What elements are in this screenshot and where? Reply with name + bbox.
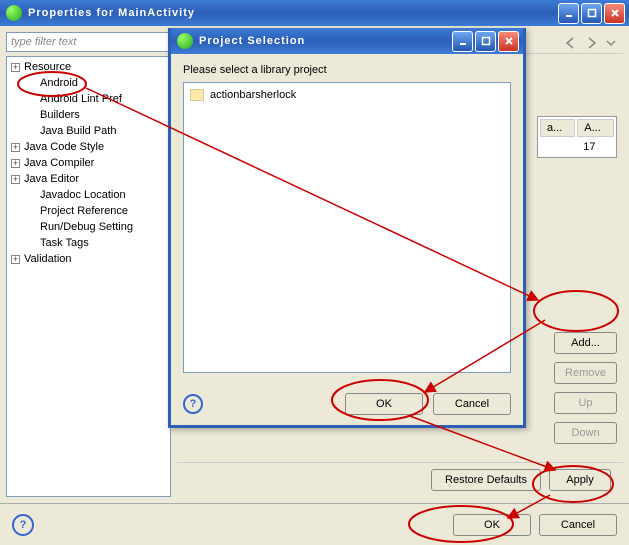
tree-item-label: Java Build Path (40, 125, 116, 137)
tree-item[interactable]: + Resource (7, 59, 170, 75)
tree-item-label: Java Editor (24, 173, 79, 185)
dialog-titlebar: Project Selection (171, 28, 523, 54)
left-pane: type filter text + Resource Android Android… (6, 32, 171, 497)
tree-item[interactable]: + Java Code Style (7, 139, 170, 155)
tree-item-label: Javadoc Location (40, 189, 126, 201)
defaults-row: Restore Defaults Apply (177, 462, 623, 497)
app-icon (6, 5, 22, 21)
outer-title: Properties for MainActivity (28, 7, 558, 19)
outer-footer: ? OK Cancel (0, 503, 629, 545)
folder-icon (190, 89, 204, 101)
filter-input[interactable]: type filter text (6, 32, 171, 52)
tree-indent (27, 239, 36, 248)
forward-icon[interactable] (583, 35, 599, 51)
apply-button[interactable]: Apply (549, 469, 611, 491)
tree-item[interactable]: Android (7, 75, 170, 91)
tree-item[interactable]: Run/Debug Setting (7, 219, 170, 235)
expand-icon[interactable]: + (11, 159, 20, 168)
close-button[interactable] (604, 3, 625, 24)
tree-item[interactable]: Java Build Path (7, 123, 170, 139)
tree-item-label: Java Code Style (24, 141, 104, 153)
table-header-1[interactable]: a... (540, 119, 575, 137)
dialog-maximize-button[interactable] (475, 31, 496, 52)
tree-item[interactable]: + Java Compiler (7, 155, 170, 171)
minimize-button[interactable] (558, 3, 579, 24)
menu-icon[interactable] (603, 35, 619, 51)
tree-item[interactable]: + Validation (7, 251, 170, 267)
list-item[interactable]: actionbarsherlock (188, 87, 506, 103)
outer-ok-button[interactable]: OK (453, 514, 531, 536)
tree-item[interactable]: + Java Editor (7, 171, 170, 187)
expand-icon[interactable]: + (11, 143, 20, 152)
dialog-ok-button[interactable]: OK (345, 393, 423, 415)
project-selection-dialog: Project Selection Please select a librar… (168, 28, 526, 428)
dialog-help-icon[interactable]: ? (183, 394, 203, 414)
expand-icon[interactable]: + (11, 175, 20, 184)
tree-indent (27, 223, 36, 232)
back-icon[interactable] (563, 35, 579, 51)
tree-indent (27, 79, 36, 88)
expand-icon[interactable]: + (11, 63, 20, 72)
dialog-close-button[interactable] (498, 31, 519, 52)
add-button[interactable]: Add... (554, 332, 617, 354)
table-cell-api: 17 (577, 139, 614, 155)
dialog-minimize-button[interactable] (452, 31, 473, 52)
tree-item[interactable]: Project Reference (7, 203, 170, 219)
remove-button[interactable]: Remove (554, 362, 617, 384)
dialog-cancel-button[interactable]: Cancel (433, 393, 511, 415)
tree-item-label: Android Lint Pref (40, 93, 122, 105)
up-button[interactable]: Up (554, 392, 617, 414)
tree-indent (27, 207, 36, 216)
dialog-icon (177, 33, 193, 49)
tree-item-label: Project Reference (40, 205, 128, 217)
tree-item-label: Validation (24, 253, 72, 265)
help-icon[interactable]: ? (12, 514, 34, 536)
outer-cancel-button[interactable]: Cancel (539, 514, 617, 536)
tree-item-label: Resource (24, 61, 71, 73)
dialog-title: Project Selection (199, 35, 452, 47)
tree-indent (27, 191, 36, 200)
library-table[interactable]: a...A... 17 (537, 116, 617, 158)
tree-item-label: Run/Debug Setting (40, 221, 133, 233)
tree-item[interactable]: Task Tags (7, 235, 170, 251)
tree-item-label: Android (40, 77, 78, 89)
tree-indent (27, 95, 36, 104)
table-header-2[interactable]: A... (577, 119, 614, 137)
tree-item-label: Java Compiler (24, 157, 94, 169)
maximize-button[interactable] (581, 3, 602, 24)
expand-icon[interactable]: + (11, 255, 20, 264)
tree-item[interactable]: Javadoc Location (7, 187, 170, 203)
tree-item[interactable]: Android Lint Pref (7, 91, 170, 107)
dialog-prompt: Please select a library project (183, 64, 511, 76)
tree-item[interactable]: Builders (7, 107, 170, 123)
tree-indent (27, 111, 36, 120)
restore-defaults-button[interactable]: Restore Defaults (431, 469, 541, 491)
list-item-label: actionbarsherlock (210, 89, 296, 101)
tree-item-label: Builders (40, 109, 80, 121)
down-button[interactable]: Down (554, 422, 617, 444)
category-tree[interactable]: + Resource Android Android Lint Pref Builder… (6, 56, 171, 497)
tree-indent (27, 127, 36, 136)
outer-titlebar: Properties for MainActivity (0, 0, 629, 26)
project-list[interactable]: actionbarsherlock (183, 82, 511, 373)
tree-item-label: Task Tags (40, 237, 89, 249)
